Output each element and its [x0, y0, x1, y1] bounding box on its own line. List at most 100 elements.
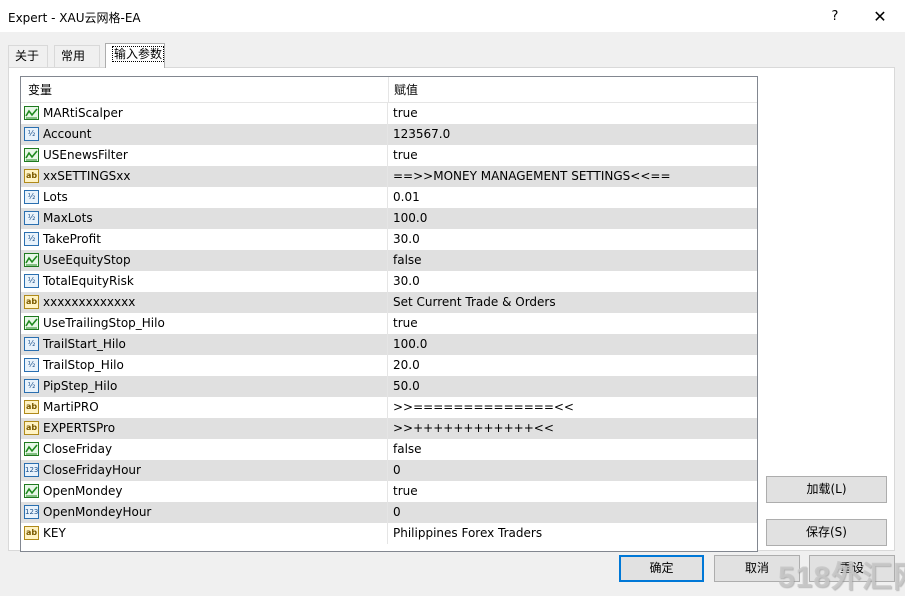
- parameter-row[interactable]: ½ Lots 0.01: [21, 187, 757, 208]
- parameter-row[interactable]: MARtiScalper true: [21, 103, 757, 124]
- parameter-value[interactable]: 0.01: [393, 187, 757, 208]
- parameter-name: EXPERTSPro: [43, 421, 116, 435]
- column-separator: [387, 376, 388, 397]
- parameter-row[interactable]: ab xxSETTINGSxx ==>>MONEY MANAGEMENT SETTI…: [21, 166, 757, 187]
- window-title: Expert - XAU云网格-EA: [8, 11, 141, 25]
- parameter-value[interactable]: 50.0: [393, 376, 757, 397]
- parameter-name: TotalEquityRisk: [43, 274, 134, 288]
- parameter-row[interactable]: ab xxxxxxxxxxxxx Set Current Trade & Order…: [21, 292, 757, 313]
- parameter-value[interactable]: true: [393, 145, 757, 166]
- parameter-row[interactable]: 123 OpenMondeyHour 0: [21, 502, 757, 523]
- parameter-row[interactable]: ab EXPERTSPro >>++++++++++++<<: [21, 418, 757, 439]
- parameter-value[interactable]: 100.0: [393, 334, 757, 355]
- parameter-name: CloseFriday: [43, 442, 113, 456]
- column-separator: [387, 334, 388, 355]
- parameter-value[interactable]: 0: [393, 460, 757, 481]
- parameter-value[interactable]: true: [393, 481, 757, 502]
- boolean-type-icon: [24, 148, 39, 162]
- tab-about[interactable]: 关于: [8, 45, 48, 67]
- parameter-row[interactable]: CloseFriday false: [21, 439, 757, 460]
- watermark-logo: 518外汇网: [778, 561, 905, 594]
- save-button[interactable]: 保存(S): [766, 519, 887, 546]
- parameter-name: TakeProfit: [43, 232, 101, 246]
- column-separator: [387, 166, 388, 187]
- parameter-row[interactable]: ½ MaxLots 100.0: [21, 208, 757, 229]
- parameter-value[interactable]: 100.0: [393, 208, 757, 229]
- parameters-grid: 变量 赋值 MARtiScalper true ½ Account 123567.0 US…: [20, 76, 758, 552]
- parameter-value[interactable]: false: [393, 250, 757, 271]
- column-header-variable[interactable]: 变量: [21, 77, 387, 103]
- parameter-name: PipStep_Hilo: [43, 379, 118, 393]
- parameter-value[interactable]: 0: [393, 502, 757, 523]
- parameter-row[interactable]: ab MartiPRO >>==============<<: [21, 397, 757, 418]
- parameter-name: Lots: [43, 190, 68, 204]
- boolean-type-icon: [24, 442, 39, 456]
- column-separator: [387, 229, 388, 250]
- string-type-icon: ab: [24, 421, 39, 435]
- parameter-row[interactable]: ½ TotalEquityRisk 30.0: [21, 271, 757, 292]
- load-button[interactable]: 加载(L): [766, 476, 887, 503]
- double-type-icon: ½: [24, 379, 39, 393]
- double-type-icon: ½: [24, 274, 39, 288]
- help-button[interactable]: ?: [815, 4, 855, 29]
- parameter-value[interactable]: false: [393, 439, 757, 460]
- parameter-row[interactable]: OpenMondey true: [21, 481, 757, 502]
- boolean-type-icon: [24, 253, 39, 267]
- parameter-row[interactable]: UseEquityStop false: [21, 250, 757, 271]
- tab-inputs[interactable]: 输入参数: [105, 43, 165, 68]
- string-type-icon: ab: [24, 526, 39, 540]
- column-separator: [387, 460, 388, 481]
- parameter-row[interactable]: ab KEY Philippines Forex Traders: [21, 523, 757, 544]
- string-type-icon: ab: [24, 295, 39, 309]
- column-separator: [387, 292, 388, 313]
- parameter-row[interactable]: ½ TrailStop_Hilo 20.0: [21, 355, 757, 376]
- parameter-value[interactable]: 20.0: [393, 355, 757, 376]
- parameter-name: UseTrailingStop_Hilo: [43, 316, 165, 330]
- close-button[interactable]: ✕: [860, 4, 900, 29]
- parameter-value[interactable]: 30.0: [393, 229, 757, 250]
- tab-common-label: 常用: [61, 49, 86, 63]
- title-bar: Expert - XAU云网格-EA ? ✕: [0, 0, 905, 33]
- column-separator: [387, 523, 388, 544]
- ok-button[interactable]: 确定: [619, 555, 704, 582]
- parameter-name: OpenMondey: [43, 484, 123, 498]
- parameter-value[interactable]: true: [393, 103, 757, 124]
- parameter-row[interactable]: USEnewsFilter true: [21, 145, 757, 166]
- boolean-type-icon: [24, 484, 39, 498]
- parameter-value[interactable]: ==>>MONEY MANAGEMENT SETTINGS<<==: [393, 166, 757, 187]
- column-separator: [387, 124, 388, 145]
- inputs-panel: 变量 赋值 MARtiScalper true ½ Account 123567.0 US…: [8, 67, 895, 552]
- column-separator: [387, 481, 388, 502]
- tab-common[interactable]: 常用: [54, 45, 100, 67]
- parameter-name: MaxLots: [43, 211, 93, 225]
- parameter-row[interactable]: ½ PipStep_Hilo 50.0: [21, 376, 757, 397]
- parameter-name: MartiPRO: [43, 400, 99, 414]
- parameter-value[interactable]: Set Current Trade & Orders: [393, 292, 757, 313]
- double-type-icon: ½: [24, 127, 39, 141]
- column-separator: [387, 313, 388, 334]
- parameter-value[interactable]: 30.0: [393, 271, 757, 292]
- parameter-row[interactable]: ½ TakeProfit 30.0: [21, 229, 757, 250]
- parameter-value[interactable]: true: [393, 313, 757, 334]
- integer-type-icon: 123: [24, 505, 39, 519]
- column-separator: [387, 208, 388, 229]
- double-type-icon: ½: [24, 358, 39, 372]
- parameter-row[interactable]: UseTrailingStop_Hilo true: [21, 313, 757, 334]
- boolean-type-icon: [24, 106, 39, 120]
- parameter-value[interactable]: >>++++++++++++<<: [393, 418, 757, 439]
- parameter-row[interactable]: ½ Account 123567.0: [21, 124, 757, 145]
- column-separator: [387, 103, 388, 124]
- parameter-row[interactable]: 123 CloseFridayHour 0: [21, 460, 757, 481]
- parameter-name: OpenMondeyHour: [43, 505, 152, 519]
- parameter-value[interactable]: >>==============<<: [393, 397, 757, 418]
- parameter-value[interactable]: 123567.0: [393, 124, 757, 145]
- parameter-name: xxSETTINGSxx: [43, 169, 131, 183]
- parameter-value[interactable]: Philippines Forex Traders: [393, 523, 757, 544]
- parameter-name: TrailStop_Hilo: [43, 358, 124, 372]
- column-separator: [387, 355, 388, 376]
- tab-inputs-label: 输入参数: [112, 46, 165, 62]
- parameter-name: USEnewsFilter: [43, 148, 128, 162]
- string-type-icon: ab: [24, 400, 39, 414]
- column-header-value[interactable]: 赋值: [388, 77, 757, 103]
- parameter-row[interactable]: ½ TrailStart_Hilo 100.0: [21, 334, 757, 355]
